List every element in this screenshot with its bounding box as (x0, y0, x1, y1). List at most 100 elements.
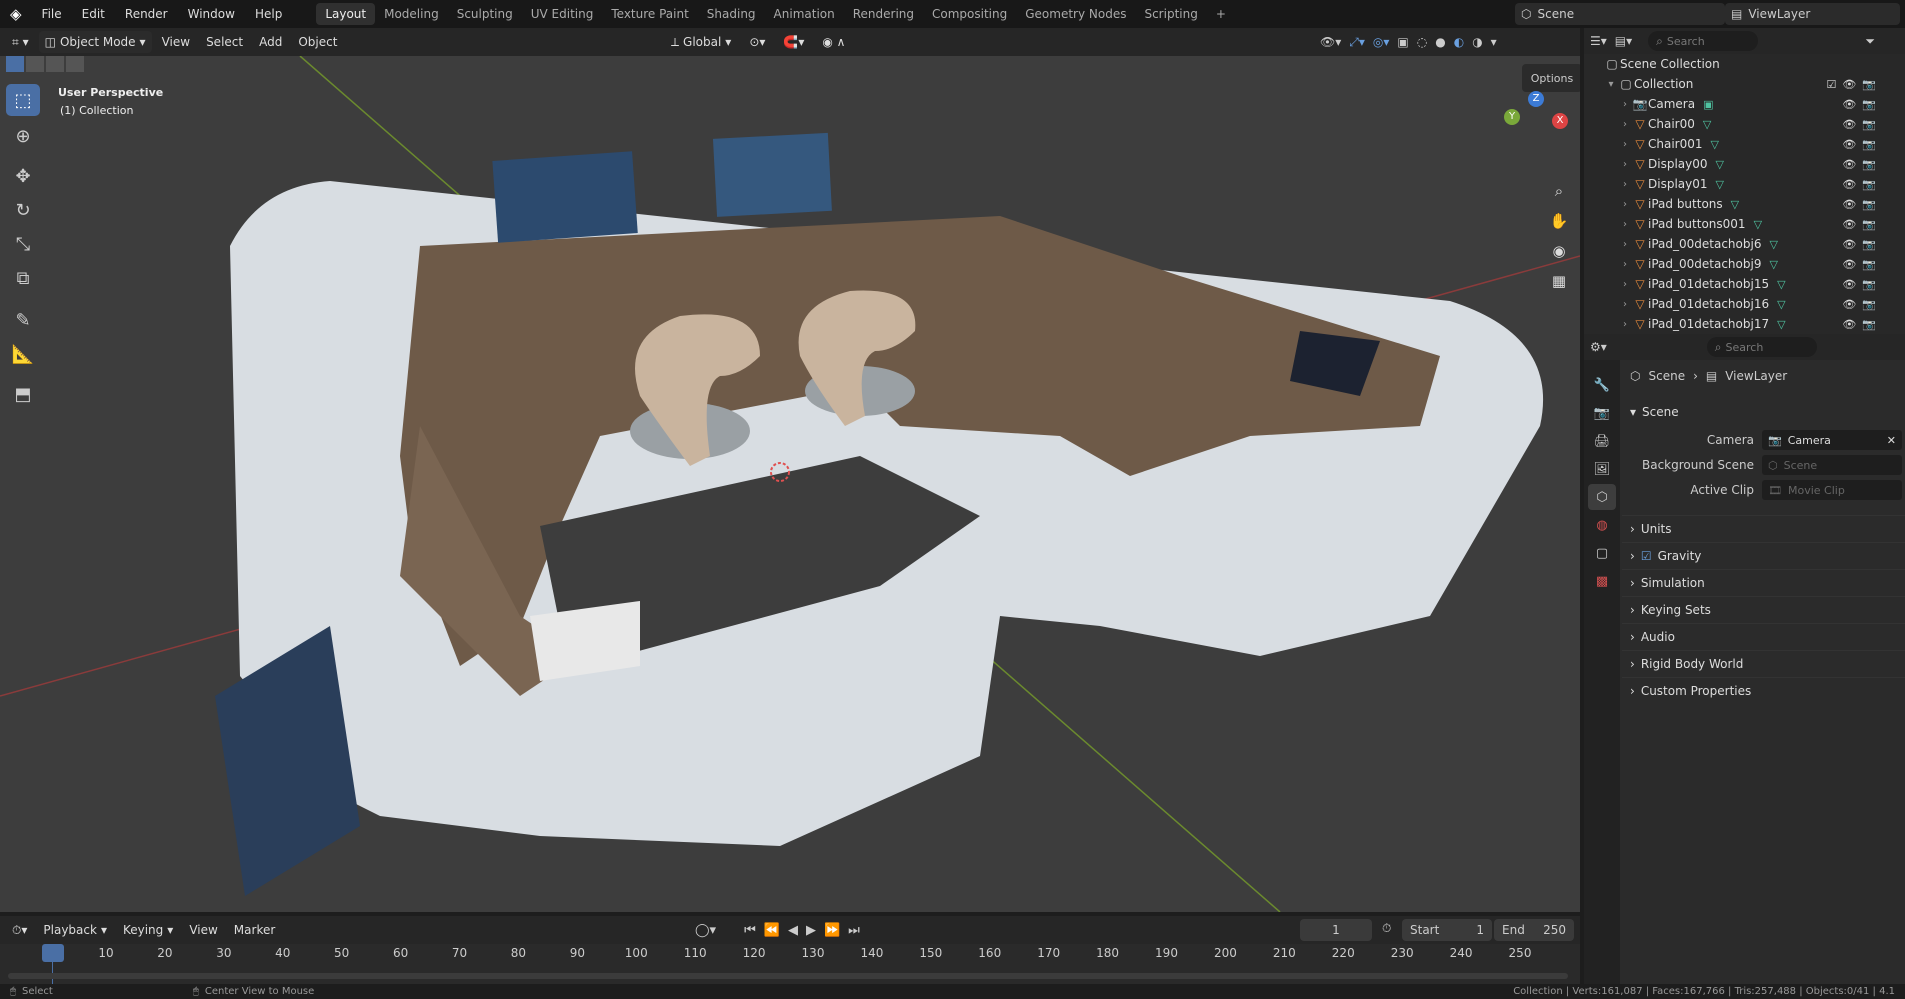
eye-icon[interactable]: 👁 (1842, 298, 1856, 311)
texture-tab-icon[interactable]: ▩ (1588, 568, 1616, 594)
end-frame-field[interactable]: End 250 (1494, 919, 1574, 941)
select-intersect-icon[interactable] (66, 56, 84, 72)
scene-tab-icon[interactable]: ⬡ (1588, 484, 1616, 510)
gizmo-z-axis[interactable]: Z (1528, 91, 1544, 107)
tab-texture-paint[interactable]: Texture Paint (602, 3, 697, 25)
menu-view-timeline[interactable]: View (183, 919, 223, 941)
property-section[interactable]: › Audio (1622, 623, 1905, 649)
world-tab-icon[interactable]: ◍ (1588, 512, 1616, 538)
timeline-ruler[interactable]: 1102030405060708090100110120130140150160… (0, 944, 1580, 984)
outliner-item[interactable]: › ▽ iPad_00detachobj6 ▽ 👁 📷 (1584, 234, 1884, 254)
expand-arrow-icon[interactable]: › (1618, 259, 1632, 270)
eye-icon[interactable]: 👁 (1842, 78, 1856, 91)
outliner-collection[interactable]: ▾ ▢ Collection ☑ 👁 📷 (1584, 74, 1884, 94)
timeline-editor-icon[interactable]: ⏱▾ (6, 919, 33, 941)
orientation-dropdown[interactable]: ⟂ Global ▾ (665, 31, 737, 53)
scene-panel-header[interactable]: ▾ Scene (1622, 400, 1905, 424)
outliner-item[interactable]: › ▽ iPad buttons001 ▽ 👁 📷 (1584, 214, 1884, 234)
output-tab-icon[interactable]: 🖨 (1588, 428, 1616, 454)
expand-arrow-icon[interactable]: › (1618, 159, 1632, 170)
outliner-item[interactable]: › ▽ Display00 ▽ 👁 📷 (1584, 154, 1884, 174)
xray-icon[interactable]: ▣ (1397, 35, 1408, 49)
camera-render-icon[interactable]: 📷 (1862, 238, 1876, 251)
annotate-tool-icon[interactable]: ✎ (6, 304, 40, 336)
select-box-icon[interactable] (6, 56, 24, 72)
playhead-marker[interactable] (42, 944, 64, 962)
outliner-item[interactable]: › ▽ iPad_01detachobj16 ▽ 👁 📷 (1584, 294, 1884, 314)
eye-icon[interactable]: 👁 (1842, 318, 1856, 331)
menu-help[interactable]: Help (245, 0, 292, 28)
outliner-item[interactable]: › ▽ Display01 ▽ 👁 📷 (1584, 174, 1884, 194)
gravity-checkbox-icon[interactable]: ☑ (1641, 549, 1652, 563)
outliner-editor-icon[interactable]: ☰▾ (1590, 34, 1607, 48)
property-section[interactable]: › Keying Sets (1622, 596, 1905, 622)
tab-geometry-nodes[interactable]: Geometry Nodes (1016, 3, 1135, 25)
eye-icon[interactable]: 👁 (1842, 138, 1856, 151)
menu-render[interactable]: Render (115, 0, 178, 28)
eye-icon[interactable]: 👁 (1842, 178, 1856, 191)
render-tab-icon[interactable]: 📷 (1588, 400, 1616, 426)
outliner-item[interactable]: › ▽ iPad_01detachobj17 ▽ 👁 📷 (1584, 314, 1884, 334)
outliner-item[interactable]: › ▽ Chair00 ▽ 👁 📷 (1584, 114, 1884, 134)
collapse-arrow-icon[interactable]: ▾ (1604, 79, 1618, 90)
camera-render-icon[interactable]: 📷 (1862, 298, 1876, 311)
solid-shading-icon[interactable]: ● (1435, 35, 1445, 49)
visibility-icon[interactable]: 👁▾ (1320, 35, 1341, 49)
pan-hand-icon[interactable]: ✋ (1545, 207, 1573, 235)
property-section[interactable]: › Simulation (1622, 569, 1905, 595)
view-layer-tab-icon[interactable]: 🖼 (1588, 456, 1616, 482)
eye-icon[interactable]: 👁 (1842, 158, 1856, 171)
material-shading-icon[interactable]: ◐ (1454, 35, 1464, 49)
cursor-tool-icon[interactable]: ⊕ (6, 120, 40, 152)
display-mode-icon[interactable]: ▤▾ (1615, 34, 1632, 48)
scene-selector[interactable]: ⬡ Scene (1515, 3, 1725, 25)
clear-icon[interactable]: ✕ (1887, 434, 1896, 447)
camera-render-icon[interactable]: 📷 (1862, 318, 1876, 331)
play-icon[interactable]: ▶ (806, 923, 816, 938)
start-frame-field[interactable]: Start 1 (1402, 919, 1492, 941)
shading-options-icon[interactable]: ▾ (1491, 35, 1497, 49)
eye-icon[interactable]: 👁 (1842, 118, 1856, 131)
select-tool-icon[interactable]: ⬚ (6, 84, 40, 116)
eye-icon[interactable]: 👁 (1842, 198, 1856, 211)
select-subtract-icon[interactable] (46, 56, 64, 72)
expand-arrow-icon[interactable]: › (1618, 119, 1632, 130)
menu-select[interactable]: Select (200, 31, 249, 53)
collection-tab-icon[interactable]: ▢ (1588, 540, 1616, 566)
gizmo-toggle-icon[interactable]: ⤢▾ (1349, 35, 1365, 50)
expand-arrow-icon[interactable]: › (1618, 319, 1632, 330)
eye-icon[interactable]: 👁 (1842, 98, 1856, 111)
menu-edit[interactable]: Edit (72, 0, 115, 28)
menu-view[interactable]: View (156, 31, 196, 53)
gizmo-y-axis[interactable]: Y (1504, 109, 1520, 125)
outliner-scene-collection[interactable]: ▢ Scene Collection (1584, 54, 1884, 74)
mode-dropdown[interactable]: ◫ Object Mode ▾ (38, 31, 152, 53)
outliner-item[interactable]: › ▽ iPad_00detachobj9 ▽ 👁 📷 (1584, 254, 1884, 274)
camera-render-icon[interactable]: 📷 (1862, 78, 1876, 91)
filter-icon[interactable]: ⏷ (1865, 34, 1875, 49)
eye-icon[interactable]: 👁 (1842, 258, 1856, 271)
expand-arrow-icon[interactable]: › (1618, 99, 1632, 110)
properties-editor-icon[interactable]: ⚙▾ (1590, 340, 1607, 354)
property-section[interactable]: › Custom Properties (1622, 677, 1905, 703)
gizmo-x-axis[interactable]: X (1552, 113, 1568, 129)
menu-window[interactable]: Window (178, 0, 245, 28)
wireframe-shading-icon[interactable]: ◌ (1417, 35, 1427, 49)
next-keyframe-icon[interactable]: ⏩ (824, 923, 840, 938)
tab-rendering[interactable]: Rendering (844, 3, 923, 25)
add-cube-tool-icon[interactable]: ⬒ (6, 378, 40, 410)
camera-render-icon[interactable]: 📷 (1862, 278, 1876, 291)
tool-tab-icon[interactable]: 🔧 (1588, 372, 1616, 398)
expand-arrow-icon[interactable]: › (1618, 179, 1632, 190)
menu-playback[interactable]: Playback ▾ (37, 919, 113, 941)
jump-start-icon[interactable]: ⏮ (744, 923, 756, 938)
3d-viewport[interactable]: User Perspective (1) Collection Options … (0, 56, 1580, 912)
expand-arrow-icon[interactable]: › (1618, 279, 1632, 290)
zoom-icon[interactable]: ⌕ (1545, 177, 1573, 205)
blender-logo-icon[interactable]: ◈ (0, 0, 32, 28)
property-section[interactable]: › Rigid Body World (1622, 650, 1905, 676)
proportional-edit-icon[interactable]: ◉ ∧ (816, 31, 851, 53)
checkbox-icon[interactable]: ☑ (1826, 78, 1836, 91)
select-extend-icon[interactable] (26, 56, 44, 72)
tab-animation[interactable]: Animation (765, 3, 844, 25)
